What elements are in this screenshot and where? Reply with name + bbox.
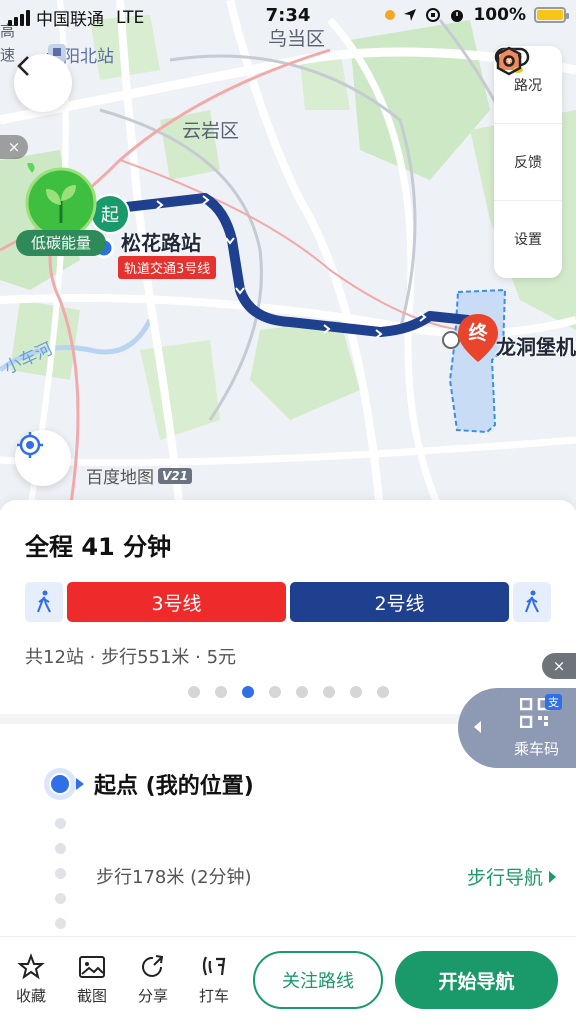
page-dot[interactable] [322, 686, 335, 698]
status-bar: 中国联通 LTE 7:34 100% [0, 0, 576, 32]
recording-dot-icon [385, 10, 396, 20]
feedback-button[interactable]: ¥ 反馈 [494, 48, 562, 200]
ride-code-label: 乘车码 [514, 740, 560, 758]
share-label: 分享 [137, 987, 168, 1005]
feedback-label: 反馈 [514, 155, 542, 171]
battery-icon [534, 7, 569, 23]
bottom-action-bar: 收藏 截图 分享 打车 关注路线 开始导航 [0, 936, 576, 1024]
taxi-label: 打车 [198, 987, 229, 1005]
follow-route-button[interactable]: 关注路线 [253, 951, 383, 1009]
star-icon [17, 953, 45, 980]
page-dot[interactable] [187, 686, 200, 698]
logo-version: V21 [158, 467, 192, 484]
line-2-segment: 2号线 [290, 582, 509, 622]
chevron-right-icon [549, 870, 556, 883]
walk-segment-start [25, 582, 63, 622]
orientation-lock-icon [426, 8, 441, 22]
image-icon [79, 956, 105, 978]
page-dot[interactable] [268, 686, 281, 698]
start-navigation-button[interactable]: 开始导航 [395, 951, 558, 1009]
start-point-title: 起点 (我的位置) [94, 774, 254, 799]
end-marker[interactable]: 终 [456, 312, 500, 364]
screenshot-label: 截图 [76, 987, 107, 1005]
map-label-edge2: 速 [0, 46, 16, 64]
screenshot-button[interactable]: 截图 [70, 953, 114, 1006]
map-view[interactable]: 乌当区 云岩区 贵阳北站 小车河 高 速 × 低碳能量 起 松花路站 轨道交通3… [0, 0, 576, 510]
start-line-tag: 轨道交通3号线 [118, 256, 217, 279]
start-point-row: 起点 (我的位置) [44, 768, 254, 800]
baidu-map-logo: 百度地图 V21 [86, 463, 192, 488]
collapse-arrow-icon[interactable] [474, 721, 481, 733]
page-dot[interactable] [241, 686, 254, 698]
start-station-label: 松花路站 [121, 231, 201, 255]
battery-percent: 100% [473, 5, 526, 25]
map-label-yunyan: 云岩区 [182, 120, 240, 142]
locate-button[interactable] [15, 430, 71, 486]
settings-label: 设置 [514, 232, 542, 248]
settings-button[interactable]: 设置 [494, 46, 562, 277]
gear-icon [496, 46, 522, 76]
taxi-icon [202, 956, 226, 976]
page-dot[interactable] [214, 686, 227, 698]
walk-icon [37, 590, 51, 613]
share-button[interactable]: 分享 [131, 953, 175, 1006]
logo-text: 百度地图 [86, 468, 154, 488]
total-time: 全程 41 分钟 [25, 533, 172, 561]
location-arrow-icon [404, 9, 417, 21]
crosshair-icon [17, 432, 43, 458]
taxi-button[interactable]: 打车 [192, 953, 236, 1006]
share-icon [142, 955, 164, 977]
end-marker-label: 终 [468, 322, 488, 344]
walk-icon [525, 590, 539, 613]
walk-navigation-link[interactable]: 步行导航 [467, 863, 556, 890]
page-dot[interactable] [376, 686, 389, 698]
route-segments[interactable]: 3号线 2号线 [25, 582, 551, 622]
walk-navigation-label: 步行导航 [466, 867, 543, 889]
map-tools-panel: 路况 ¥ 反馈 设置 [494, 46, 562, 278]
favorite-label: 收藏 [15, 987, 46, 1005]
page-dot[interactable] [349, 686, 362, 698]
ride-code-button[interactable]: 支 乘车码 [458, 688, 576, 768]
alarm-icon [451, 10, 464, 22]
alipay-badge: 支 [545, 694, 562, 710]
destination-label: 龙洞堡机场 [496, 335, 576, 359]
status-bar-right: 100% [385, 5, 569, 25]
walk-step-text: 步行178米 (2分钟) [96, 867, 252, 888]
close-eco-button[interactable]: × [0, 135, 28, 159]
favorite-button[interactable]: 收藏 [9, 953, 53, 1006]
my-location-icon [44, 768, 84, 800]
eco-energy-label[interactable]: 低碳能量 [16, 230, 106, 256]
route-summary: 共12站 · 步行551米 · 5元 [25, 647, 237, 668]
line-3-segment: 3号线 [67, 582, 286, 622]
chevron-left-icon [17, 56, 29, 76]
close-ride-code-button[interactable]: × [542, 653, 576, 679]
page-dot[interactable] [295, 686, 308, 698]
back-button[interactable] [14, 54, 72, 112]
traffic-label: 路况 [514, 77, 542, 94]
walk-segment-end [513, 582, 551, 622]
